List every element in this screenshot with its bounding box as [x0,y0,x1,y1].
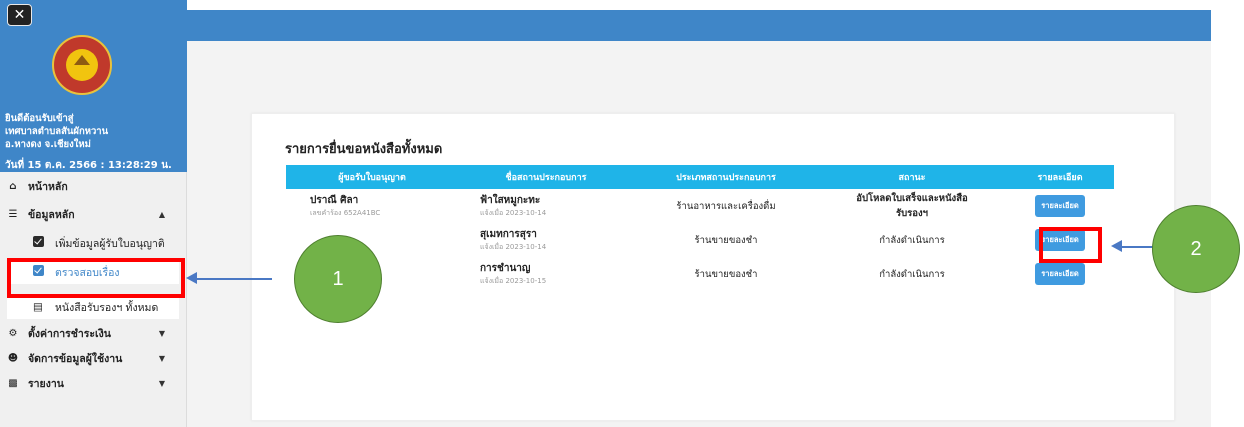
business-type: ร้านขายของชำ [694,234,758,246]
welcome-line: เทศบาลตำบลสันผักหวาน [5,126,109,137]
users-icon: ☻ [7,352,19,364]
sidebar: ✕ ยินดีต้อนรับเข้าสู่ เทศบาลตำบลสันผักหว… [0,0,187,427]
nav-item-reports[interactable]: ▩ รายงาน ▼ [0,371,187,395]
business-name: สุเมทการสุรา [480,229,537,240]
chevron-down-icon: ▼ [158,378,165,388]
nav-item-payment-settings[interactable]: ⚙ ตั้งค่าการชำระเงิน ▼ [0,321,187,345]
nav-item-home[interactable]: ⌂ หน้าหลัก [0,174,187,198]
column-header: ผู้ขอรับใบอนุญาต [286,165,458,189]
sidebar-item-all-certificates[interactable]: ▤ หนังสือรับรองฯ ทั้งหมด [7,295,179,319]
details-button[interactable]: รายละเอียด [1035,195,1085,217]
column-header: ชื่อสถานประกอบการ [458,165,634,189]
step-marker-1: 1 [294,235,382,323]
column-header: ประเภทสถานประกอบการ [634,165,818,189]
sidebar-item-label: หนังสือรับรองฯ ทั้งหมด [55,301,159,314]
close-button[interactable]: ✕ [7,4,32,26]
details-button[interactable]: รายละเอียด [1035,263,1085,285]
arrow-head-icon [186,272,197,284]
home-icon: ⌂ [9,180,17,192]
welcome-line: ยินดีต้อนรับเข้าสู่ [5,113,74,124]
table-header-row: ผู้ขอรับใบอนุญาต ชื่อสถานประกอบการ ประเภ… [286,165,1114,189]
business-type: ร้านอาหารและเครื่องดื่ม [676,200,776,212]
sidebar-item-label: เพิ่มข้อมูลผู้รับใบอนุญาติ [55,237,165,250]
requests-table: ผู้ขอรับใบอนุญาต ชื่อสถานประกอบการ ประเภ… [286,165,1114,291]
status-text: กำลังดำเนินการ [879,234,945,246]
highlight-box-details [1039,227,1102,263]
date-time: วันที่ 15 ต.ค. 2566 : 13:28:29 น. [5,160,172,171]
sidebar-header: ✕ ยินดีต้อนรับเข้าสู่ เทศบาลตำบลสันผักหว… [0,0,187,172]
nav-item-label: ตั้งค่าการชำระเงิน [28,327,111,340]
chevron-down-icon: ▼ [158,353,165,363]
applicant-name: ปราณี ศิลา [310,195,359,206]
arrow-to-menu [196,278,272,280]
welcome-text: ยินดีต้อนรับเข้าสู่ เทศบาลตำบลสันผักหวาน… [5,112,108,151]
nav-item-master-data[interactable]: ☰ ข้อมูลหลัก ▲ [0,202,187,226]
municipality-logo [52,35,112,95]
arrow-head-icon [1111,240,1122,252]
table-row: ปราณี ศิลา เลขคำร้อง 652A41BC ฟ้าใสหมูกะ… [286,189,1114,223]
column-header: สถานะ [818,165,1006,189]
request-number: เลขคำร้อง 652A41BC [310,209,381,217]
welcome-line: อ.หางดง จ.เชียงใหม่ [5,139,91,150]
submitted-date: แจ้งเมื่อ 2023-10-14 [480,243,547,251]
gear-icon: ⚙ [8,327,18,339]
nav-item-label: รายงาน [28,377,64,390]
document-icon: ▤ [33,301,43,313]
database-icon: ☰ [8,208,18,220]
checkbox-icon [33,236,47,250]
business-type: ร้านขายของชำ [694,268,758,280]
table-row: สุเมทการสุรา แจ้งเมื่อ 2023-10-14 ร้านขา… [286,223,1114,257]
status-text: รับรองฯ [896,208,928,219]
column-header: รายละเอียด [1006,165,1114,189]
chevron-up-icon: ▲ [158,209,165,219]
chevron-down-icon: ▼ [158,328,165,338]
status-text: กำลังดำเนินการ [879,268,945,280]
highlight-box-menu [7,258,185,298]
page-title: รายการยื่นขอหนังสือทั้งหมด [285,142,443,157]
step-marker-2: 2 [1152,205,1240,293]
nav-item-user-management[interactable]: ☻ จัดการข้อมูลผู้ใช้งาน ▼ [0,346,187,370]
screen: ✕ ยินดีต้อนรับเข้าสู่ เทศบาลตำบลสันผักหว… [0,0,1244,427]
business-name: ฟ้าใสหมูกะทะ [480,195,541,206]
nav-item-label: จัดการข้อมูลผู้ใช้งาน [28,352,123,365]
chart-icon: ▩ [8,377,18,389]
nav-item-label: ข้อมูลหลัก [28,208,75,221]
top-bar [187,10,1211,41]
submitted-date: แจ้งเมื่อ 2023-10-14 [480,209,547,217]
business-name: การชำนาญ [480,263,531,274]
table-row: การชำนาญ แจ้งเมื่อ 2023-10-15 ร้านขายของ… [286,257,1114,291]
sidebar-item-add-licensee[interactable]: เพิ่มข้อมูลผู้รับใบอนุญาติ [7,231,179,255]
submitted-date: แจ้งเมื่อ 2023-10-15 [480,277,547,285]
nav-item-label: หน้าหลัก [28,180,68,193]
status-text: อัปโหลดใบเสร็จและหนังสือ [856,193,968,204]
